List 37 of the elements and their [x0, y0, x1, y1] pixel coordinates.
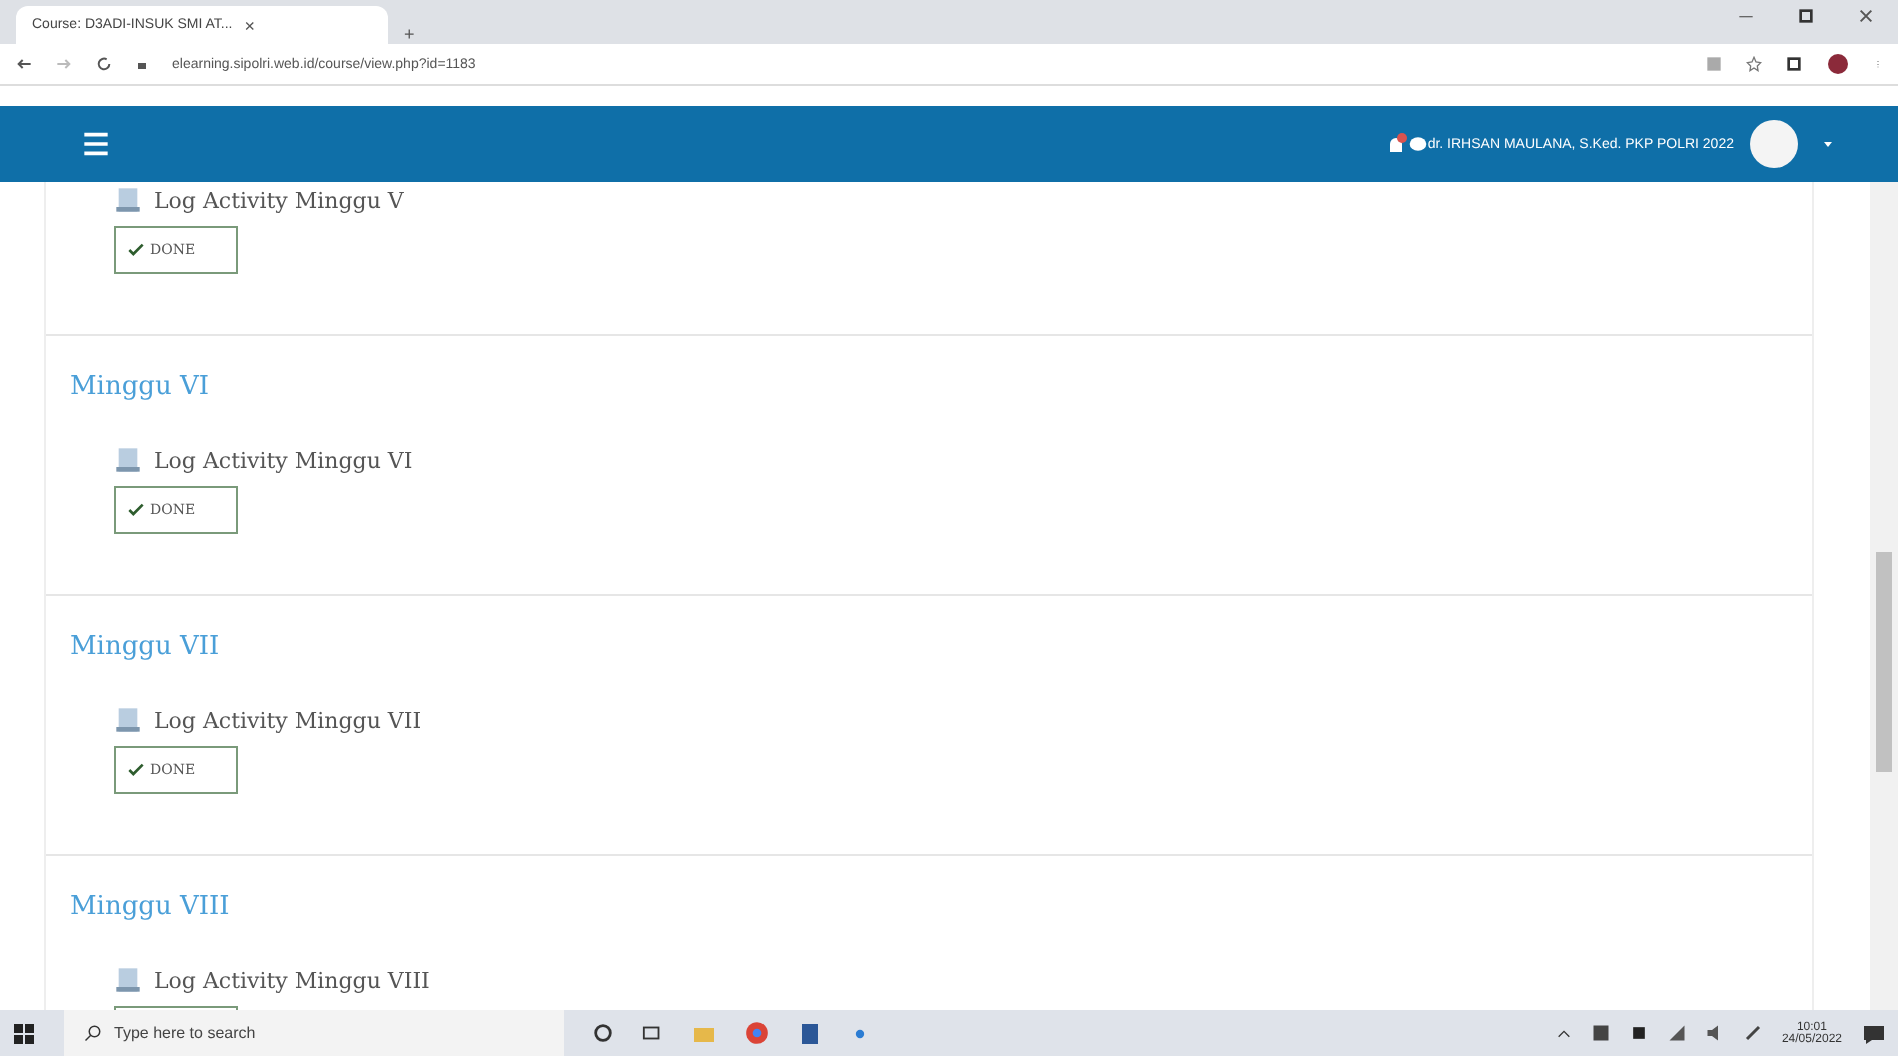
- star-icon[interactable]: [1746, 56, 1762, 72]
- avatar[interactable]: [1750, 120, 1798, 168]
- search-icon: [84, 1024, 102, 1042]
- sidebar-icon[interactable]: [1786, 56, 1802, 72]
- menu-icon[interactable]: [80, 130, 112, 158]
- reload-icon[interactable]: [96, 56, 112, 72]
- document-app-icon[interactable]: [798, 1021, 822, 1045]
- document-icon: [114, 706, 142, 734]
- scrollbar[interactable]: [1870, 182, 1898, 1010]
- activity-link[interactable]: Log Activity Minggu VI: [154, 447, 413, 473]
- document-icon: [114, 966, 142, 994]
- tab-close-button[interactable]: ×: [244, 15, 255, 35]
- chat-icon[interactable]: [1407, 134, 1428, 154]
- notification-icon[interactable]: [1862, 1021, 1886, 1045]
- pen-icon[interactable]: [1743, 1024, 1762, 1042]
- new-tab-button[interactable]: +: [404, 24, 415, 44]
- back-icon[interactable]: [16, 56, 32, 72]
- volume-icon[interactable]: [1705, 1024, 1724, 1042]
- restore-icon[interactable]: [1798, 8, 1814, 24]
- check-icon: [128, 762, 144, 778]
- activity-link[interactable]: Log Activity Minggu V: [154, 187, 404, 213]
- chevron-up-icon[interactable]: [1555, 1025, 1572, 1041]
- task-view-icon[interactable]: [642, 1022, 664, 1044]
- profile-icon[interactable]: [1826, 52, 1850, 76]
- windows-icon[interactable]: [12, 1021, 36, 1045]
- close-icon[interactable]: [1858, 8, 1874, 24]
- activity-link[interactable]: Log Activity Minggu VIII: [154, 967, 430, 993]
- caret-icon[interactable]: [1822, 138, 1834, 150]
- check-icon: [128, 242, 144, 258]
- taskbar-search-field[interactable]: Type here to search: [64, 1010, 564, 1056]
- activity-link[interactable]: Log Activity Minggu VII: [154, 707, 422, 733]
- network-icon[interactable]: [1667, 1024, 1686, 1042]
- cortana-icon[interactable]: [592, 1022, 614, 1044]
- browser-icon[interactable]: [744, 1020, 770, 1046]
- document-icon: [114, 186, 142, 214]
- check-icon: [128, 502, 144, 518]
- document-icon: [114, 446, 142, 474]
